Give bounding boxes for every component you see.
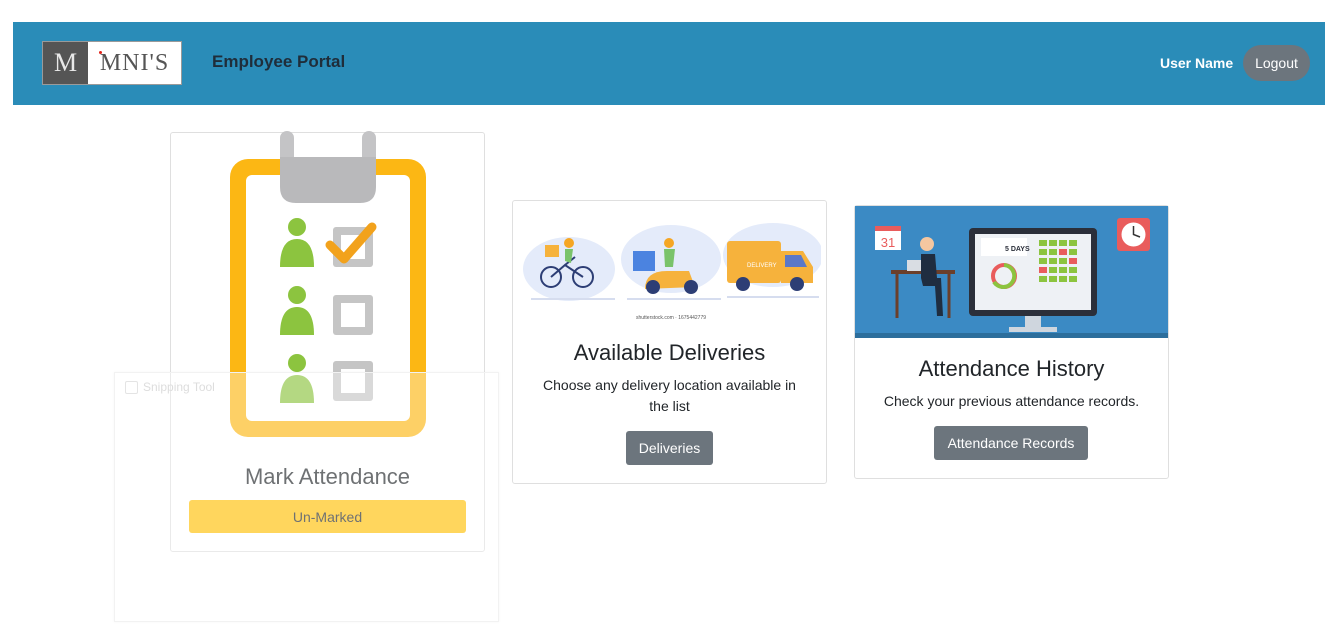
portal-title[interactable]: Employee Portal <box>212 52 345 72</box>
attendance-history-title: Attendance History <box>918 356 1105 381</box>
scissors-icon <box>125 381 138 394</box>
logo-monogram: M <box>43 42 88 84</box>
user-name-label: User Name <box>1160 55 1234 71</box>
van-label: DELIVERY <box>747 263 777 269</box>
attendance-history-card: 31 5 DAYS Attendance History Check your … <box>854 205 1169 479</box>
calendar-date: 31 <box>881 235 895 250</box>
delivery-illustration: DELIVERY shutterstock.com · 1675442779 <box>523 223 821 321</box>
available-deliveries-card: DELIVERY shutterstock.com · 1675442779 A… <box>512 200 827 484</box>
deliveries-button[interactable]: Deliveries <box>626 431 713 465</box>
top-navbar: M MNI'S Employee Portal User Name Logout <box>13 22 1325 105</box>
available-deliveries-title: Available Deliveries <box>573 340 766 365</box>
screen-days-label: 5 DAYS <box>1005 246 1030 253</box>
company-logo[interactable]: M MNI'S <box>42 41 182 85</box>
logo-wordmark: MNI'S <box>99 50 170 76</box>
logo-red-dot <box>99 51 102 54</box>
image-watermark-caption: shutterstock.com · 1675442779 <box>636 315 706 321</box>
attendance-records-button[interactable]: Attendance Records <box>934 426 1088 460</box>
attendance-history-description: Check your previous attendance records. <box>883 393 1140 409</box>
attendance-history-illustration: 31 5 DAYS <box>855 206 1168 338</box>
logout-button[interactable]: Logout <box>1243 45 1310 81</box>
snipping-tool-title: Snipping Tool <box>143 380 215 394</box>
snipping-tool-overlay: Snipping Tool <box>114 372 499 622</box>
deliveries-description: Choose any delivery location available i… <box>543 377 796 414</box>
